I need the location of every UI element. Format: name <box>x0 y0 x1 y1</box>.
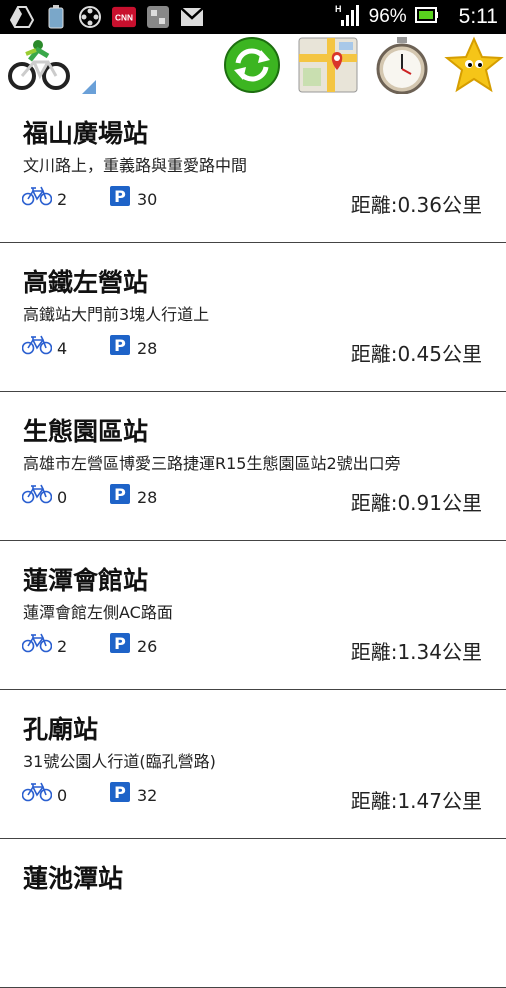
station-name: 生態園區站 <box>23 417 149 446</box>
music-app-icon <box>146 5 170 29</box>
available-parking: 26 <box>137 637 158 656</box>
available-parking: 30 <box>137 190 158 209</box>
station-name: 蓮池潭站 <box>23 864 124 893</box>
station-name: 福山廣場站 <box>23 119 149 148</box>
bicycle-icon <box>21 484 53 504</box>
available-bikes: 4 <box>57 339 68 358</box>
system-status: H 96% 5:11 <box>335 0 498 34</box>
available-bikes: 0 <box>57 786 68 805</box>
app-logo[interactable] <box>4 40 96 94</box>
station-item[interactable]: 蓮池潭站 P <box>0 839 506 988</box>
available-bikes: 2 <box>57 190 68 209</box>
map-icon <box>298 37 358 93</box>
battery-percent: 96% <box>368 6 407 27</box>
station-distance: 距離:0.45公里 <box>350 342 482 366</box>
map-button[interactable] <box>296 36 360 94</box>
available-parking: 28 <box>137 339 158 358</box>
station-list: 福山廣場站 文川路上，重義路與重愛路中間 2 P 30 距離:0.36公里 高鐵… <box>0 94 506 988</box>
bicycle-logo-icon <box>8 40 96 94</box>
refresh-icon <box>224 37 280 93</box>
station-item[interactable]: 蓮潭會館站 蓮潭會館左側AC路面 2 P 26 距離:1.34公里 <box>0 541 506 690</box>
notification-icons: CNN <box>10 4 204 30</box>
station-address: 高雄市左營區博愛三路捷運R15生態園區站2號出口旁 <box>23 454 401 473</box>
bicycle-icon <box>21 782 53 802</box>
film-reel-icon <box>78 5 102 29</box>
battery-icon <box>414 6 439 28</box>
parking-icon: P <box>110 186 130 206</box>
station-name: 蓮潭會館站 <box>23 566 149 595</box>
clock: 5:11 <box>458 5 498 28</box>
station-name: 高鐵左營站 <box>23 268 149 297</box>
stopwatch-button[interactable] <box>370 36 434 94</box>
favorite-button[interactable] <box>442 36 506 94</box>
stopwatch-icon <box>376 37 428 94</box>
cnn-icon: CNN <box>112 5 136 29</box>
station-item[interactable]: 孔廟站 31號公園人行道(臨孔營路) 0 P 32 距離:1.47公里 <box>0 690 506 839</box>
station-item[interactable]: 高鐵左營站 高鐵站大門前3塊人行道上 4 P 28 距離:0.45公里 <box>0 243 506 392</box>
station-address: 蓮潭會館左側AC路面 <box>23 603 173 622</box>
star-icon <box>444 36 504 93</box>
available-parking: 28 <box>137 488 158 507</box>
station-name: 孔廟站 <box>23 715 99 744</box>
station-address: 文川路上，重義路與重愛路中間 <box>23 156 248 175</box>
gmail-icon <box>180 5 204 29</box>
cnn-text: CNN <box>115 13 133 23</box>
station-distance: 距離:0.91公里 <box>350 491 482 515</box>
station-item[interactable]: 生態園區站 高雄市左營區博愛三路捷運R15生態園區站2號出口旁 0 P 28 距… <box>0 392 506 541</box>
status-bar: CNN H 96% 5:11 <box>0 0 506 34</box>
refresh-button[interactable] <box>220 36 284 94</box>
parking-icon: P <box>110 782 130 802</box>
action-bar <box>0 34 506 94</box>
bicycle-icon <box>21 186 53 206</box>
station-distance: 距離:1.47公里 <box>350 789 482 813</box>
parking-icon: P <box>110 335 130 355</box>
available-bikes: 2 <box>57 637 68 656</box>
drive-icon <box>10 5 34 29</box>
bicycle-icon <box>21 633 53 653</box>
signal-icon: H <box>335 3 361 32</box>
parking-icon: P <box>110 633 130 653</box>
station-distance: 距離:1.34公里 <box>350 640 482 664</box>
battery-app-icon <box>44 5 68 29</box>
signal-label: H <box>335 4 342 14</box>
station-address: 高鐵站大門前3塊人行道上 <box>23 305 210 324</box>
available-parking: 32 <box>137 786 158 805</box>
bicycle-icon <box>21 335 53 355</box>
available-bikes: 0 <box>57 488 68 507</box>
station-distance: 距離:0.36公里 <box>350 193 482 217</box>
station-address: 31號公園人行道(臨孔營路) <box>23 752 216 771</box>
station-item[interactable]: 福山廣場站 文川路上，重義路與重愛路中間 2 P 30 距離:0.36公里 <box>0 94 506 243</box>
parking-icon: P <box>110 484 130 504</box>
